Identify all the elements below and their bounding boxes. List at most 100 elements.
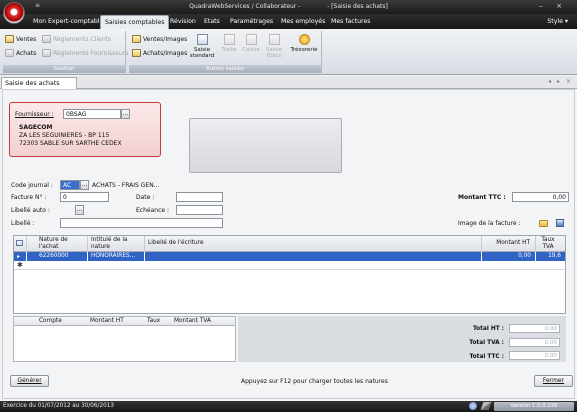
version-badge: Version 1.0.0.226 [494, 402, 574, 411]
reglements-fournisseurs-button[interactable]: Règlements Fournisseurs [42, 49, 128, 57]
column-separator [481, 252, 482, 261]
journal-name: ACHATS - FRAIS GEN... [92, 182, 160, 189]
facture-number-input[interactable]: 0 [60, 192, 109, 202]
column-separator [87, 236, 88, 252]
tresorerie-button[interactable]: Trésorerie [288, 34, 320, 53]
saisie-ebics-button[interactable]: Saisie Ebics [261, 34, 287, 59]
purchases-icon [5, 49, 14, 57]
reglements-clients-button[interactable]: Règlements Clients [42, 35, 111, 43]
ribbon-group-gestion: Ventes Règlements Clients Achats Règleme… [3, 31, 128, 73]
style-menu[interactable]: Style ▾ [547, 18, 568, 25]
vat-grid-header: Compte Montant HT Taux Montant TVA [14, 317, 235, 326]
cash-register-icon [245, 34, 257, 45]
column-separator [144, 236, 145, 252]
grid-header: Nature de l'achat Intitulé de la nature … [14, 236, 565, 252]
column-separator [481, 236, 482, 252]
column-header-libelle[interactable]: Libellé de l'écriture [148, 240, 204, 247]
minimize-button[interactable]: – [535, 2, 547, 11]
cell-nature[interactable]: 62260000 [39, 253, 69, 259]
supplier-picker-button[interactable]: ... [121, 109, 130, 119]
menu-mon-expert-comptable[interactable]: Mon Expert-comptable [33, 18, 103, 25]
column-header-taux[interactable]: Taux [147, 318, 160, 325]
document-tab-strip: Saisie des achats ◂ ▸ × [0, 76, 577, 89]
close-button[interactable]: × [553, 2, 565, 11]
app-logo-icon[interactable] [3, 2, 25, 24]
tab-navigation[interactable]: ◂ ▸ × [548, 78, 573, 85]
montant-ttc-input[interactable]: 0,00 [512, 192, 569, 202]
date-input[interactable] [176, 192, 223, 202]
achats-images-button[interactable]: Achats/Images [132, 49, 187, 57]
column-separator [144, 252, 145, 261]
info-icon[interactable] [469, 402, 477, 410]
cell-taux-tva[interactable]: 19,6 [539, 253, 561, 259]
date-label: Date : [136, 194, 155, 201]
echeance-input[interactable] [176, 205, 223, 215]
total-ht-label: Total HT : [473, 326, 504, 332]
column-header-montant-tva[interactable]: Montant TVA [174, 318, 211, 325]
menu-etats[interactable]: Etats [204, 18, 220, 25]
table-row[interactable]: ▸ 62260000 HONORAIRES... 0,00 19,6 [14, 252, 565, 261]
generer-button[interactable]: Générer [10, 375, 49, 387]
column-header-nature[interactable]: Nature de l'achat [39, 237, 87, 250]
invoice-image-preview[interactable] [189, 118, 342, 173]
saisie-standard-button[interactable]: Saisie standard [189, 34, 215, 59]
ventes-button[interactable]: Ventes [5, 35, 36, 43]
supplier-panel: Fournisseur : 0BSAG ... SAGECOM ZA LES S… [9, 102, 161, 157]
facture-label: Facture N° : [11, 194, 47, 201]
ribbon-group-label: Autres saisies [129, 65, 321, 73]
purchase-lines-grid: Nature de l'achat Intitulé de la nature … [13, 235, 566, 314]
column-header-montant-ht[interactable]: Montant HT [484, 240, 530, 247]
achats-label: Achats [16, 49, 37, 57]
code-journal-picker-button[interactable]: ... [80, 180, 89, 190]
achats-button[interactable]: Achats [5, 49, 36, 57]
vat-breakdown-grid: Compte Montant HT Taux Montant TVA [13, 316, 236, 362]
treasury-icon [298, 34, 310, 45]
column-header-montant-ht[interactable]: Montant HT [90, 318, 124, 325]
libelle-input[interactable] [60, 218, 223, 228]
column-separator [26, 236, 27, 252]
reglements-fournisseurs-label: Règlements Fournisseurs [53, 49, 129, 57]
menu-mes-employes[interactable]: Mes employés [281, 18, 325, 25]
new-row[interactable]: ✱ [14, 261, 565, 270]
libelle-label: Libellé : [11, 220, 35, 227]
ribbon: Ventes Règlements Clients Achats Règleme… [0, 29, 577, 75]
tab-saisie-des-achats[interactable]: Saisie des achats [1, 77, 77, 89]
libelle-auto-label: Libellé auto : [11, 207, 50, 214]
total-ttc-label: Total TTC : [469, 354, 505, 360]
cell-montant-ht[interactable]: 0,00 [484, 253, 531, 259]
total-tva-value: 0,00 [509, 338, 560, 347]
column-header-compte[interactable]: Compte [39, 318, 62, 325]
column-separator [26, 252, 27, 261]
supplier-address-line2: 72303 SABLE SUR SARTHE CEDEX [19, 140, 122, 147]
column-header-intitule[interactable]: Intitulé de la nature [91, 237, 143, 250]
code-journal-input[interactable]: AC [60, 180, 80, 190]
cell-intitule[interactable]: HONORAIRES... [91, 253, 135, 259]
tresorerie-label: Trésorerie [290, 47, 318, 53]
libelle-auto-picker-button[interactable]: ... [75, 205, 84, 215]
sales-images-icon [132, 35, 141, 43]
open-folder-icon[interactable] [539, 220, 548, 227]
purchase-entry-form: Fournisseur : 0BSAG ... SAGECOM ZA LES S… [2, 89, 575, 399]
grid-select-all-icon[interactable] [16, 240, 23, 246]
row-pointer-icon: ▸ [17, 253, 21, 260]
scan-icon[interactable] [556, 219, 564, 227]
menu-mes-factures[interactable]: Mes factures [331, 18, 371, 25]
supplier-code-input[interactable]: 0BSAG [63, 109, 121, 119]
bill-icon [223, 34, 235, 45]
payments-icon [42, 49, 51, 57]
menu-saisies-comptables[interactable]: Saisies comptables [100, 15, 170, 29]
totals-panel: Total HT : 0,00 Total TVA : 0,00 Total T… [238, 316, 566, 362]
column-header-taux-tva[interactable]: Taux TVA [539, 237, 557, 250]
caisse-label: Caisse [242, 47, 260, 53]
menu-parametrages[interactable]: Paramétrages [230, 18, 273, 25]
supplier-label[interactable]: Fournisseur : [15, 111, 54, 118]
ventes-images-label: Ventes/Images [143, 35, 188, 43]
menu-revision[interactable]: Révision [170, 18, 196, 25]
column-separator [535, 236, 536, 252]
column-separator [87, 252, 88, 261]
column-separator [535, 252, 536, 261]
ventes-images-button[interactable]: Ventes/Images [132, 35, 187, 43]
payments-icon [42, 35, 51, 43]
fermer-button[interactable]: Fermer [534, 375, 573, 387]
pen-icon[interactable] [480, 402, 492, 410]
